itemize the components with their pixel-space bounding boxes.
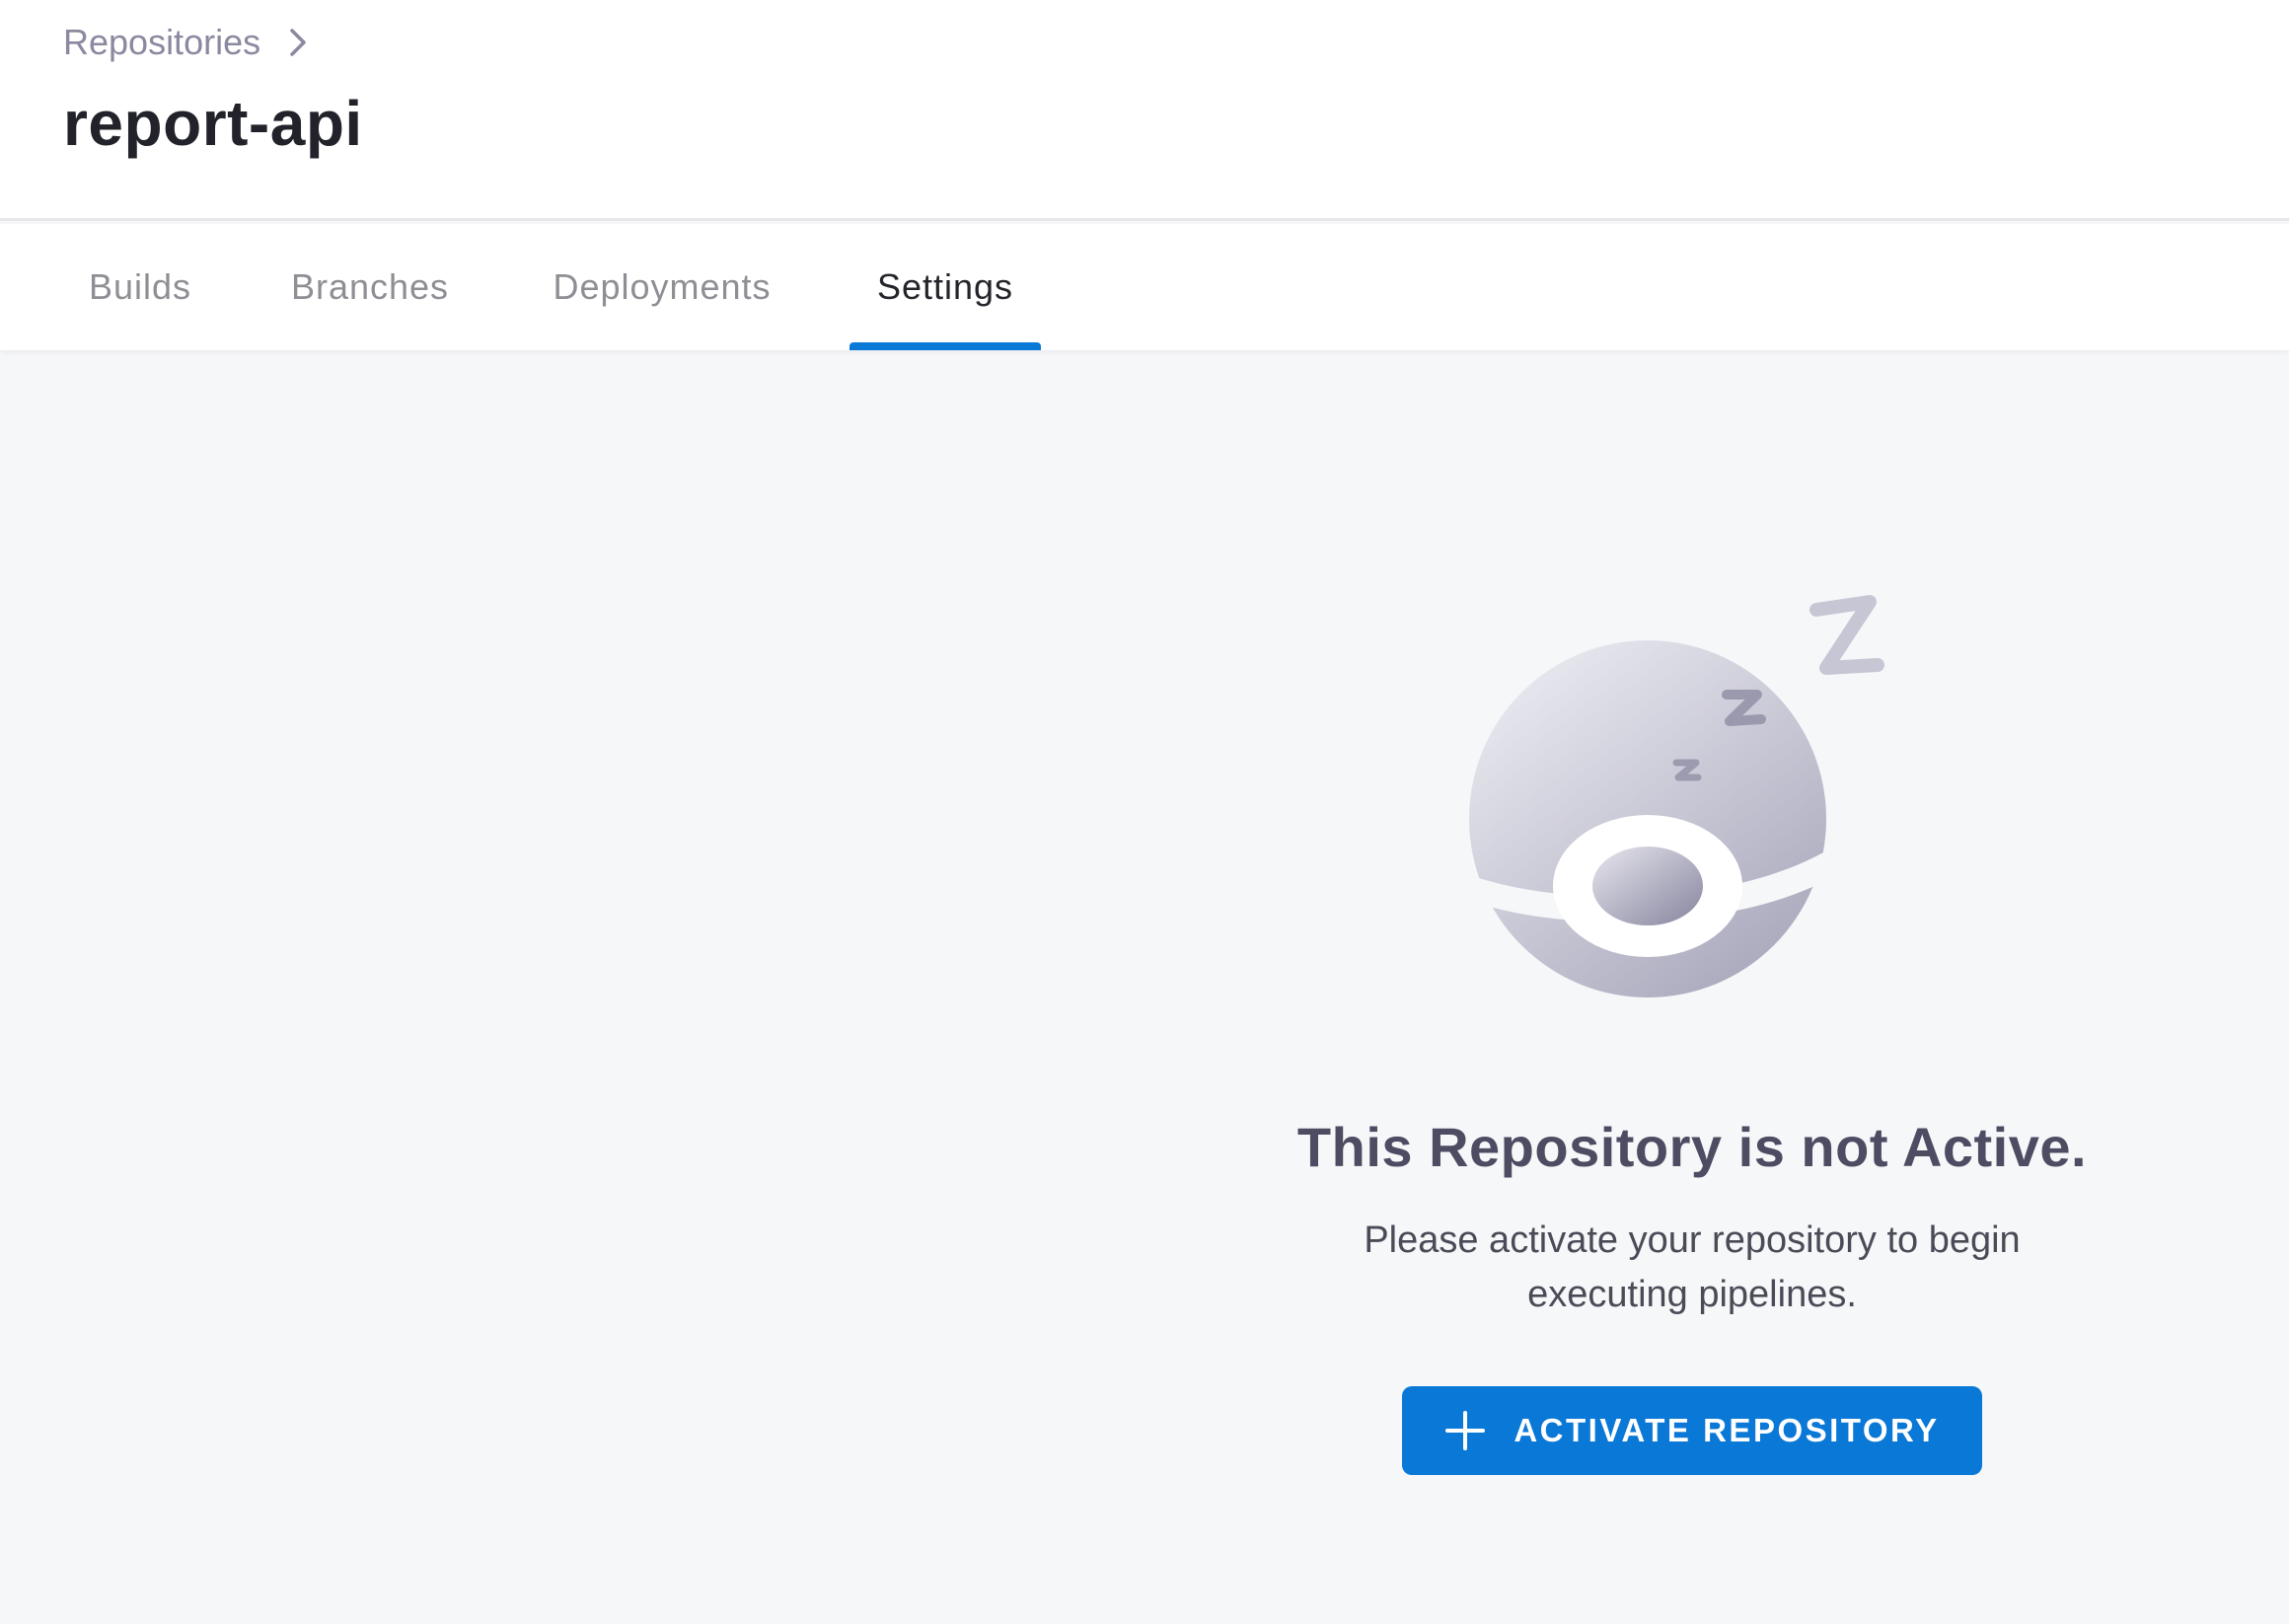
tab-settings[interactable]: Settings bbox=[849, 224, 1041, 350]
breadcrumb: Repositories bbox=[63, 22, 312, 63]
empty-state-title: This Repository is not Active. bbox=[1296, 1116, 2088, 1178]
page-title: report-api bbox=[63, 88, 363, 159]
inactive-repository-empty-state: This Repository is not Active. Please ac… bbox=[1223, 582, 2161, 1500]
activate-repository-label: ACTIVATE REPOSITORY bbox=[1514, 1412, 1940, 1448]
plus-icon bbox=[1445, 1411, 1486, 1450]
tab-bar: Builds Branches Deployments Settings bbox=[0, 224, 2289, 350]
tab-branches[interactable]: Branches bbox=[282, 224, 458, 350]
tab-label: Settings bbox=[876, 266, 1014, 307]
chevron-right-icon bbox=[290, 29, 306, 56]
sleeping-ball-illustration bbox=[1465, 595, 1884, 997]
tab-label: Builds bbox=[88, 266, 192, 307]
activate-repository-button[interactable]: ACTIVATE REPOSITORY bbox=[1402, 1386, 1982, 1475]
page-header: Repositories report-api bbox=[0, 0, 2289, 221]
breadcrumb-repositories-link[interactable]: Repositories bbox=[63, 22, 260, 63]
tab-deployments[interactable]: Deployments bbox=[541, 224, 783, 350]
tab-label: Branches bbox=[290, 266, 450, 307]
empty-state-description: Please activate your repository to begin… bbox=[1364, 1219, 2021, 1315]
tab-builds[interactable]: Builds bbox=[75, 224, 205, 350]
tab-label: Deployments bbox=[553, 266, 772, 307]
